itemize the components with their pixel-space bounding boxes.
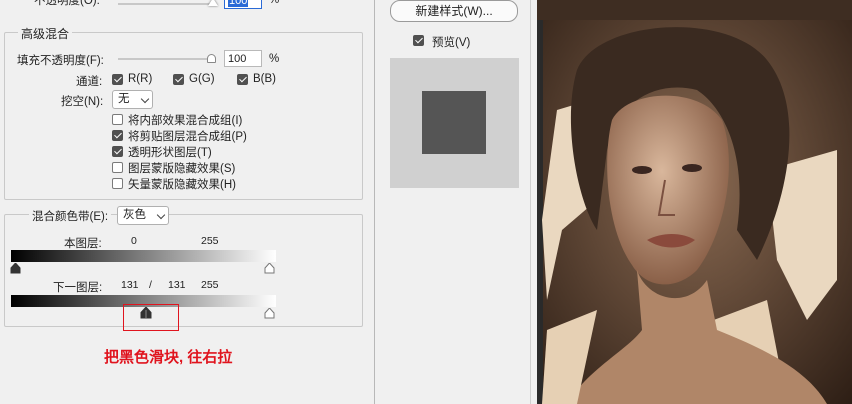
vector-mask-hides-effects-checkbox[interactable] bbox=[112, 178, 123, 189]
chevron-down-icon bbox=[140, 94, 150, 104]
blend-if-group bbox=[4, 214, 363, 327]
channel-g-checkbox[interactable] bbox=[173, 74, 184, 85]
transparency-shapes-layer-checkbox[interactable] bbox=[112, 146, 123, 157]
blend-interior-effects-label: 将内部效果混合成组(I) bbox=[128, 115, 243, 127]
fill-opacity-percent: % bbox=[269, 53, 280, 65]
layer-mask-hides-effects-label: 图层蒙版隐藏效果(S) bbox=[128, 163, 236, 175]
underlying-layer-label: 下一图层: bbox=[53, 282, 103, 294]
fill-opacity-label: 填充不透明度(F): bbox=[17, 55, 104, 67]
blending-options-panel: 不透明度(O): 100 % 高级混合 填充不透明度(F): 100 % 通道:… bbox=[0, 0, 374, 404]
style-preview-swatch bbox=[422, 91, 486, 154]
fill-opacity-slider[interactable] bbox=[118, 58, 216, 60]
blend-if-select[interactable]: 灰色 bbox=[117, 206, 169, 225]
blend-clipped-layers-checkbox[interactable] bbox=[112, 130, 123, 141]
fill-opacity-input[interactable]: 100 bbox=[224, 50, 262, 67]
knockout-select[interactable]: 无 bbox=[112, 90, 153, 109]
preview-label: 预览(V) bbox=[432, 37, 471, 49]
blend-clipped-layers-label: 将剪贴图层混合成组(P) bbox=[128, 131, 247, 143]
layer-mask-hides-effects-checkbox[interactable] bbox=[112, 162, 123, 173]
preview-checkbox[interactable] bbox=[413, 35, 424, 46]
channel-b-checkbox[interactable] bbox=[237, 74, 248, 85]
advanced-blending-title: 高级混合 bbox=[18, 25, 73, 42]
panel-divider bbox=[374, 0, 375, 404]
chevron-down-icon bbox=[156, 210, 166, 220]
opacity-slider[interactable] bbox=[118, 3, 216, 5]
portrait-image bbox=[537, 0, 852, 404]
new-style-button[interactable]: 新建样式(W)... bbox=[390, 0, 518, 22]
channel-r-label: R(R) bbox=[128, 73, 153, 85]
dialog-edge bbox=[530, 0, 531, 404]
this-layer-label: 本图层: bbox=[64, 238, 102, 250]
instruction-annotation: 把黑色滑块, 往右拉 bbox=[104, 349, 233, 366]
opacity-input[interactable]: 100 bbox=[224, 0, 262, 9]
channel-g-label: G(G) bbox=[189, 73, 215, 85]
opacity-slider-thumb[interactable] bbox=[208, 0, 218, 6]
opacity-label: 不透明度(O): bbox=[34, 0, 100, 7]
underlying-separator: / bbox=[149, 279, 152, 291]
underlying-white-slider[interactable] bbox=[264, 307, 275, 322]
vector-mask-hides-effects-label: 矢量蒙版隐藏效果(H) bbox=[128, 179, 236, 191]
channel-r-checkbox[interactable] bbox=[112, 74, 123, 85]
underlying-low-a: 131 bbox=[121, 279, 139, 291]
blend-interior-effects-checkbox[interactable] bbox=[112, 114, 123, 125]
opacity-percent: % bbox=[269, 0, 280, 6]
this-layer-high-value: 255 bbox=[201, 235, 219, 247]
underlying-high-value: 255 bbox=[201, 279, 219, 291]
fill-opacity-thumb[interactable] bbox=[207, 54, 216, 63]
blend-if-label: 混合颜色带(E): bbox=[29, 208, 112, 224]
this-layer-black-slider[interactable] bbox=[10, 262, 21, 277]
channels-label: 通道: bbox=[76, 76, 103, 88]
knockout-label: 挖空(N): bbox=[61, 96, 104, 108]
canvas-photo bbox=[537, 0, 852, 404]
channel-b-label: B(B) bbox=[253, 73, 276, 85]
underlying-low-b: 131 bbox=[168, 279, 186, 291]
this-layer-white-slider[interactable] bbox=[264, 262, 275, 277]
transparency-shapes-layer-label: 透明形状图层(T) bbox=[128, 147, 212, 159]
this-layer-low-value: 0 bbox=[131, 235, 137, 247]
this-layer-gradient bbox=[11, 250, 276, 262]
highlight-box bbox=[123, 304, 179, 331]
